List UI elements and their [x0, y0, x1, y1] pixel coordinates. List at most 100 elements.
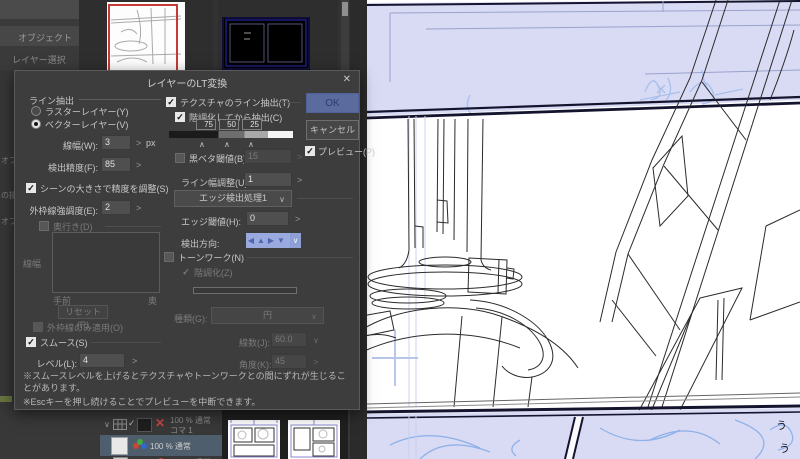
tone-angle-label: 角度(K): [239, 360, 272, 370]
edge-threshold-label: エッジ閾値(H): [181, 217, 241, 227]
canvas-preview-thumbnail[interactable] [107, 2, 185, 72]
edge-process-dropdown[interactable]: エッジ検出処理1 ∨ [174, 190, 292, 207]
threshold-gradient-bar[interactable] [169, 131, 293, 138]
section-divider [277, 102, 301, 103]
close-icon[interactable]: ✕ [343, 74, 351, 85]
chevron-down-icon: ∨ [311, 312, 317, 321]
graph-far-label: 奥 [148, 296, 158, 306]
preview-checkbox[interactable]: ✓ [305, 146, 315, 156]
tonework-label[interactable]: トーンワーク(N) [178, 251, 244, 264]
tool-item-layer-select[interactable]: レイヤー選択 [12, 53, 66, 66]
scrollbar-track[interactable] [341, 0, 349, 70]
page-manager-strip [222, 410, 348, 459]
smooth-label[interactable]: スムース(S) [40, 336, 88, 349]
lt-conversion-dialog: レイヤーのLT変換 ✕ ライン抽出 ラスターレイヤー(Y) ベクターレイヤー(V… [14, 70, 375, 410]
scene-adjust-label[interactable]: シーンの大きさで精度を調整(S) [40, 182, 169, 195]
spinner-icon: > [313, 357, 319, 367]
radio-raster-layer[interactable] [31, 106, 41, 116]
layer-row-koma[interactable]: ∨ ✓ ✕ 100 % 通常 コマ 1 [100, 414, 222, 435]
threshold-handle-icon[interactable]: ∧ [248, 140, 254, 149]
edge-process-value: エッジ検出処理1 [198, 193, 267, 203]
folder-grid-icon [113, 419, 127, 430]
arrow-down-icon[interactable]: ▼ [276, 233, 286, 248]
tone-freq-input: 60.0 [271, 332, 307, 347]
occluded-panel-sliver: オブジ の操 オブ [0, 70, 14, 459]
line-width-input[interactable]: 3 [101, 135, 131, 150]
spinner-icon[interactable]: > [297, 175, 302, 185]
threshold-value-1[interactable]: 75 [196, 119, 216, 130]
direction-dropdown-chevron[interactable]: ∨ [290, 233, 301, 248]
app-window: う う オブジェクト レイヤー選択 オブ の操 オブ ∨ ✓ ✕ 100 % 通… [0, 0, 800, 459]
black-fill-checkbox[interactable] [175, 153, 185, 163]
precision-label: 検出精度(F): [48, 163, 98, 173]
line-width-label: 線幅(W): [63, 141, 98, 151]
canvas-area[interactable] [349, 0, 800, 459]
dialog-title: レイヤーのLT変換 [146, 79, 228, 90]
texture-extract-checkbox[interactable]: ✓ [166, 97, 176, 107]
direction-button-group[interactable]: ◀ ▲ ▶ ▼ [246, 233, 290, 248]
cancel-button[interactable]: キャンセル [306, 120, 359, 140]
section-divider [79, 99, 161, 100]
px-unit-label: px [146, 138, 156, 148]
direction-label: 検出方向: [181, 239, 220, 249]
edge-threshold-input[interactable]: 0 [246, 211, 289, 226]
radio-dot [34, 122, 38, 126]
depth-curve-graph[interactable] [52, 232, 160, 293]
radio-vector-layer[interactable] [31, 119, 41, 129]
canvas-sketch-text: う [776, 420, 787, 432]
level-input[interactable]: 4 [79, 353, 125, 368]
layer-opacity-label: 100 % 通常 [150, 442, 191, 451]
depth-checkbox[interactable] [39, 221, 49, 231]
black-fill-label[interactable]: 黒ベタ閾値(B) [189, 152, 246, 165]
threshold-handle-icon[interactable]: ∧ [199, 140, 205, 149]
outline-only-label[interactable]: 外枠線のみ適用(O) [47, 321, 123, 334]
arrow-up-icon[interactable]: ▲ [256, 233, 266, 248]
spinner-icon[interactable]: > [132, 356, 137, 366]
scrollbar-thumb[interactable] [342, 2, 348, 16]
line-width-adjust-input[interactable]: 1 [244, 172, 292, 187]
scene-adjust-checkbox[interactable]: ✓ [26, 183, 36, 193]
canvas-sketch-text: う [779, 443, 790, 455]
chevron-down-icon: ∨ [313, 336, 319, 345]
chevron-down-icon: ∨ [279, 195, 285, 204]
layer-row-selected[interactable]: 100 % 通常 [100, 435, 222, 456]
color-swatch-fragment [0, 396, 12, 402]
arrow-left-icon[interactable]: ◀ [246, 233, 256, 248]
texture-extract-label[interactable]: テクスチャのライン抽出(T) [180, 96, 290, 109]
threshold-value-2[interactable]: 50 [219, 119, 239, 130]
page-thumbnail-2[interactable] [288, 420, 340, 459]
tool-item-object[interactable]: オブジェクト [0, 26, 79, 46]
panel-fragment: オブジ [1, 156, 14, 165]
outline-only-checkbox[interactable] [33, 322, 43, 332]
reset-button[interactable]: リセット(R) [58, 305, 108, 330]
visibility-check-icon[interactable]: ✓ [128, 418, 136, 429]
tone-first-checkbox[interactable]: ✓ [175, 112, 185, 122]
tool-item-object-label: オブジェクト [18, 33, 73, 43]
precision-input[interactable]: 85 [101, 157, 131, 172]
level-label: レベル(L): [36, 359, 77, 369]
page-thumbnail-1[interactable] [228, 420, 280, 459]
spinner-icon[interactable]: > [136, 203, 141, 213]
spinner-icon[interactable]: > [136, 138, 141, 148]
red-selection-frame [108, 4, 178, 72]
radio-raster-label[interactable]: ラスターレイヤー(Y) [45, 105, 129, 118]
navigator-page-thumbnail[interactable] [222, 17, 310, 70]
tonework-checkbox[interactable] [164, 252, 174, 262]
layer-thumbnail[interactable] [137, 418, 152, 432]
outline-strength-input[interactable]: 2 [101, 200, 131, 215]
ok-button[interactable]: OK [306, 93, 359, 113]
preview-label[interactable]: プレビュー(P) [318, 145, 375, 158]
threshold-value-3[interactable]: 25 [242, 119, 262, 130]
section-divider [247, 257, 353, 258]
radio-vector-label[interactable]: ベクターレイヤー(V) [45, 118, 128, 131]
panel-fragment: の操 [1, 191, 14, 200]
spinner-icon[interactable]: > [295, 214, 300, 224]
smooth-checkbox[interactable]: ✓ [26, 337, 36, 347]
arrow-right-icon[interactable]: ▶ [266, 233, 276, 248]
chevron-down-icon[interactable]: ∨ [104, 421, 110, 429]
layer-thumbnail[interactable] [111, 437, 128, 455]
spinner-icon[interactable]: > [136, 160, 141, 170]
section-divider [297, 198, 353, 199]
threshold-handle-icon[interactable]: ∧ [224, 140, 230, 149]
smooth-warning-note: ※スムースレベルを上げるとテクスチャやトーンワークとの間にずれが生じることがあり… [23, 371, 346, 393]
